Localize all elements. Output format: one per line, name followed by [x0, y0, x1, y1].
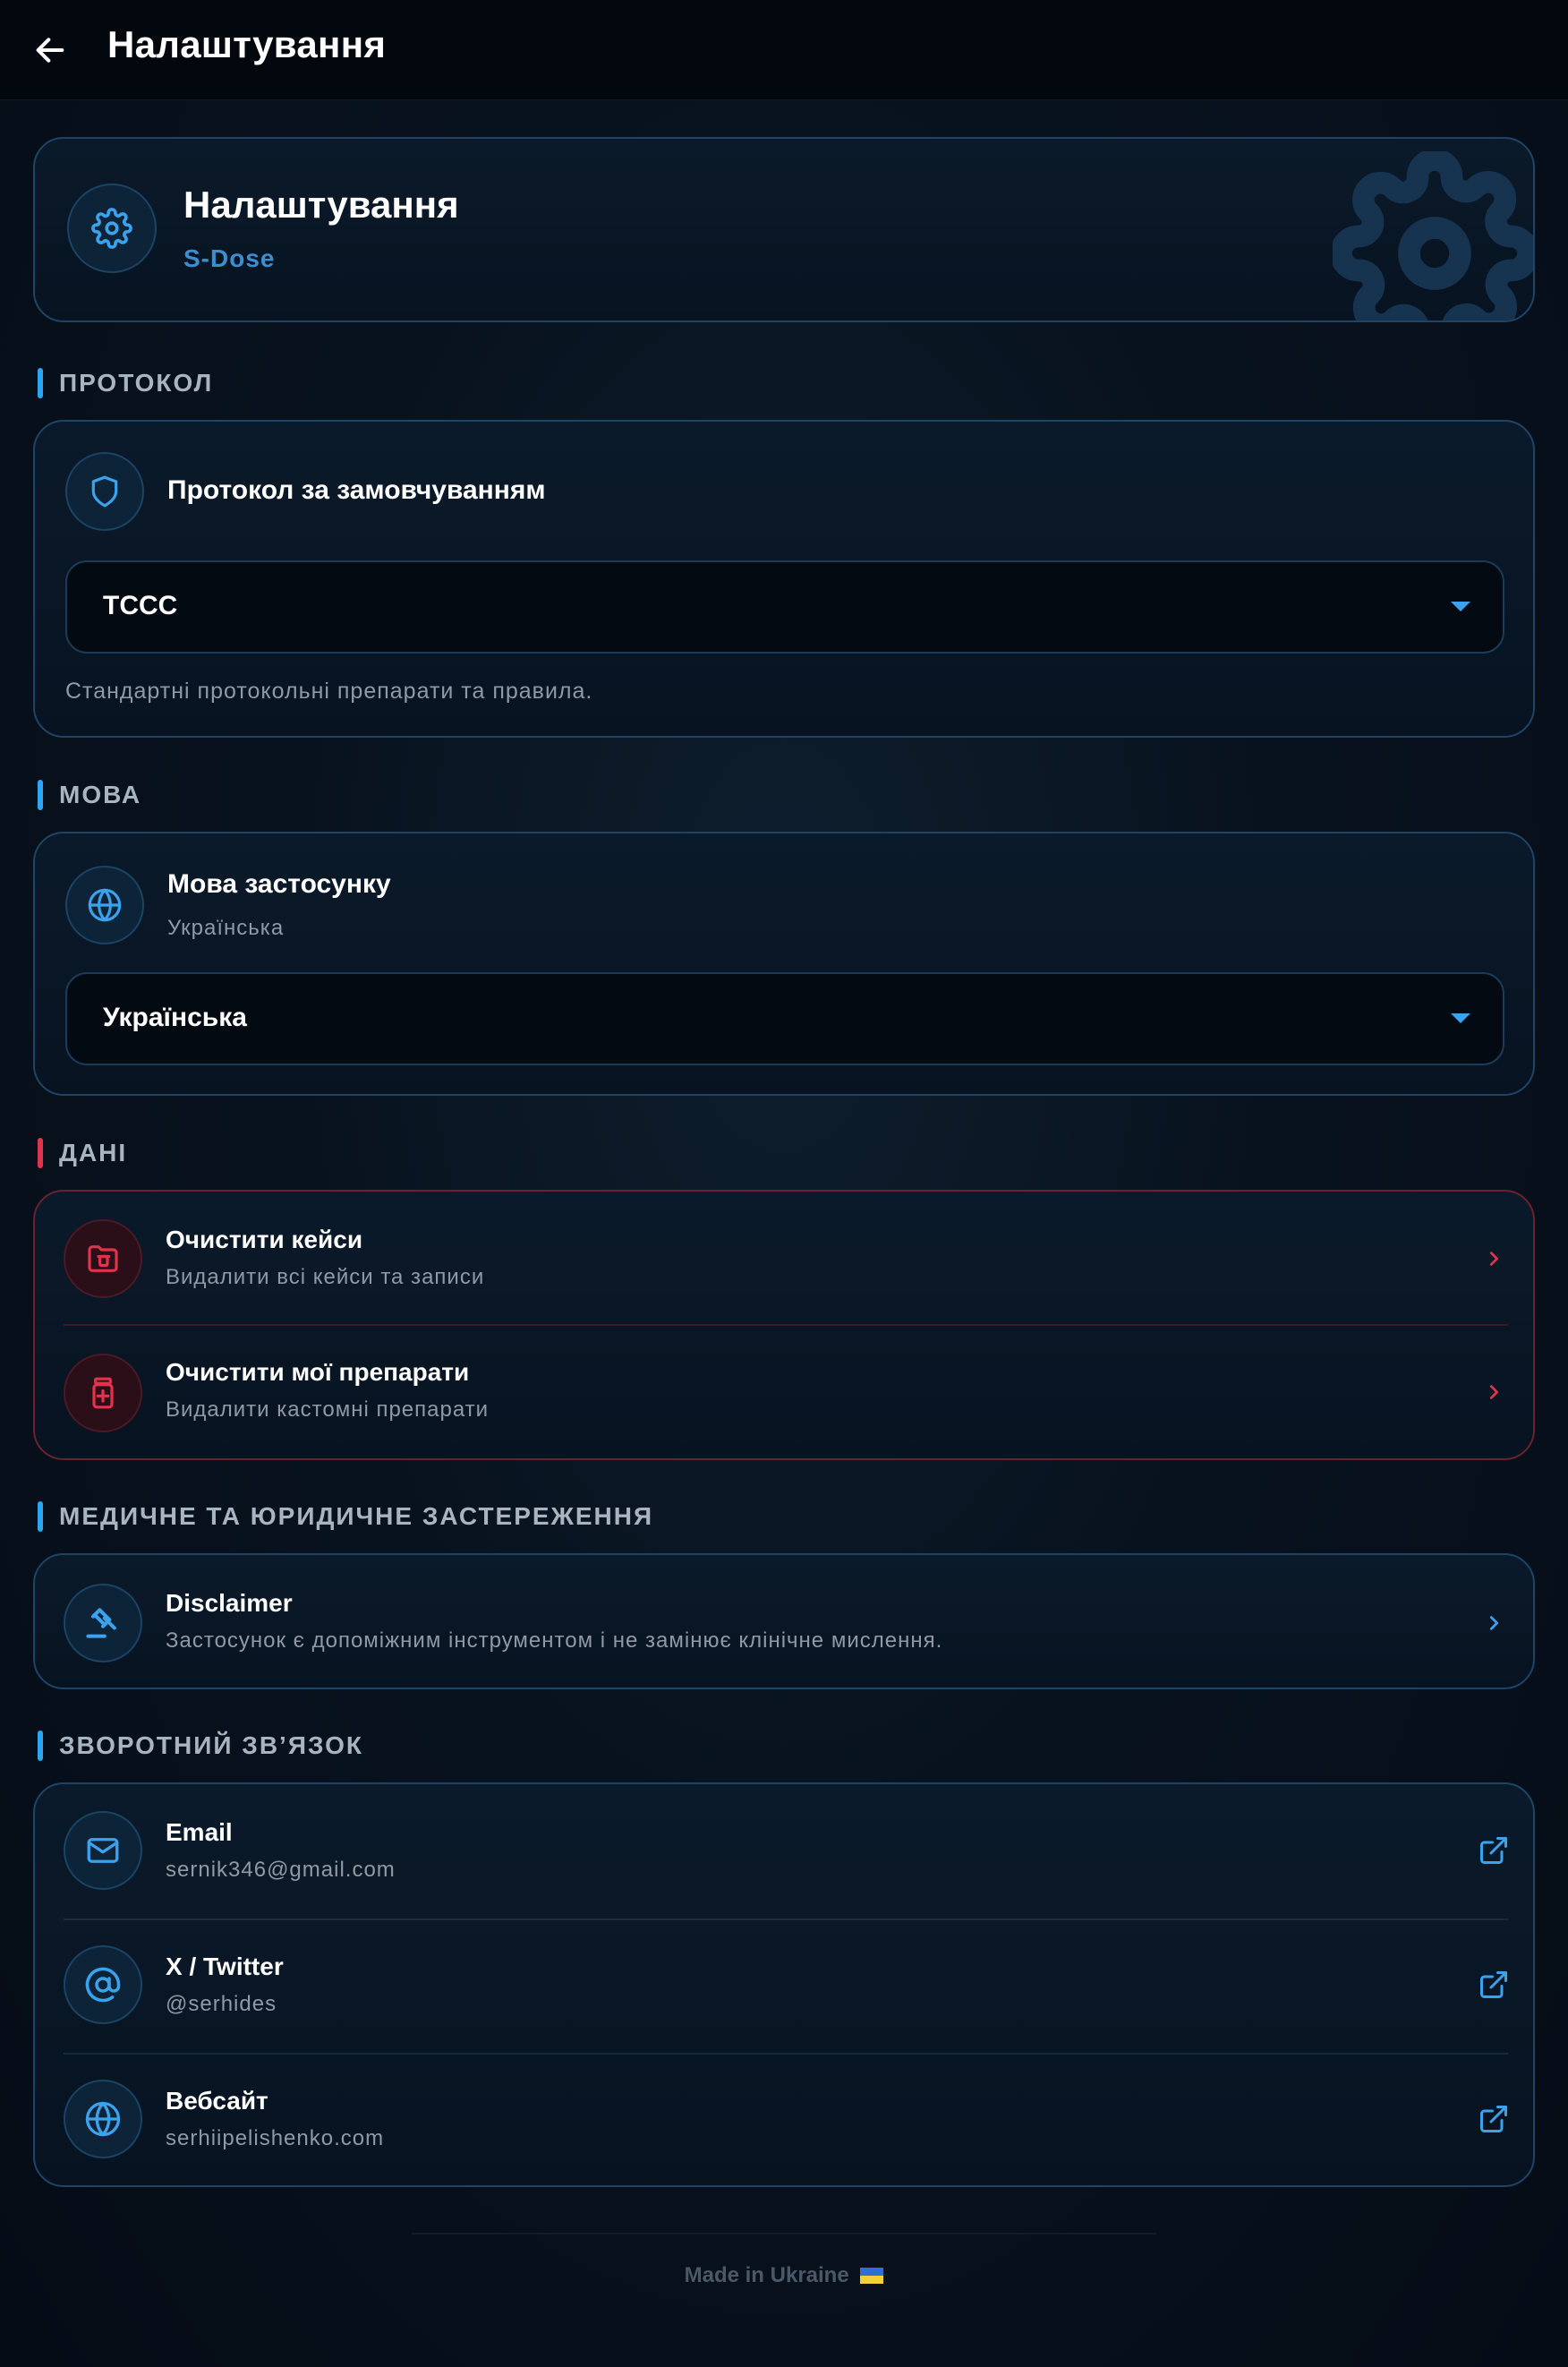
section-accent-bar: [38, 1138, 43, 1168]
clear-cases-row[interactable]: Очистити кейси Видалити всі кейси та зап…: [35, 1192, 1533, 1326]
external-link-icon: [1476, 1967, 1512, 2003]
globe-icon: [85, 2101, 121, 2137]
section-label-data: ДАНІ: [38, 1137, 127, 1169]
disclaimer-subtitle: Застосунок є допоміжним інструментом і н…: [166, 1628, 943, 1653]
dropdown-caret-icon: [1451, 602, 1470, 611]
dropdown-caret-icon: [1451, 1013, 1470, 1023]
feedback-card: Email sernik346@gmail.com X / Twitter @s…: [33, 1782, 1535, 2187]
chevron-right-icon: [1476, 1241, 1512, 1277]
clear-meds-subtitle: Видалити кастомні препарати: [166, 1397, 490, 1422]
twitter-icon-circle: [64, 1945, 142, 2024]
clear-meds-icon-circle: [64, 1354, 142, 1432]
gear-icon: [91, 208, 132, 249]
chevron-right-icon: [1476, 1605, 1512, 1641]
protocol-icon-circle: [65, 452, 144, 531]
disclaimer-row[interactable]: Disclaimer Застосунок є допоміжним інстр…: [35, 1555, 1533, 1688]
medicine-bottle-icon: [92, 1377, 114, 1409]
section-label-language: МОВА: [38, 779, 141, 811]
email-row[interactable]: Email sernik346@gmail.com: [35, 1784, 1533, 1918]
section-accent-bar: [38, 1501, 43, 1532]
language-icon-circle: [65, 866, 144, 944]
at-sign-icon: [85, 1967, 121, 2003]
section-label-feedback: ЗВОРОТНИЙ ЗВ’ЯЗОК: [38, 1730, 363, 1762]
gear-watermark-icon: [1333, 151, 1533, 320]
clear-cases-title: Очистити кейси: [166, 1226, 363, 1253]
section-label-text: ДАНІ: [59, 1139, 128, 1166]
email-subtitle: sernik346@gmail.com: [166, 1858, 396, 1882]
section-label-text: ПРОТОКОЛ: [59, 369, 214, 397]
website-title: Вебсайт: [166, 2087, 268, 2115]
clear-cases-subtitle: Видалити всі кейси та записи: [166, 1265, 485, 1289]
footer-text: Made in Ukraine: [684, 2263, 849, 2287]
protocol-select[interactable]: TCCC: [65, 560, 1504, 654]
header-title: Налаштування: [183, 184, 459, 226]
page-title: Налаштування: [107, 23, 387, 65]
website-icon-circle: [64, 2080, 142, 2158]
ukraine-flag-icon: [860, 2268, 884, 2284]
header-card: Налаштування S-Dose: [33, 137, 1535, 322]
protocol-select-value: TCCC: [103, 591, 178, 620]
twitter-title: X / Twitter: [166, 1953, 284, 1980]
section-label-protocol: ПРОТОКОЛ: [38, 367, 213, 399]
twitter-subtitle: @serhides: [166, 1992, 277, 2016]
clear-meds-row[interactable]: Очистити мої препарати Видалити кастомні…: [35, 1326, 1533, 1458]
section-label-disclaimer: МЕДИЧНЕ ТА ЮРИДИЧНЕ ЗАСТЕРЕЖЕННЯ: [38, 1500, 653, 1533]
header-subtitle: S-Dose: [183, 244, 276, 272]
arrow-left-icon: [36, 38, 64, 63]
chevron-right-icon: [1476, 1374, 1512, 1410]
settings-page: Налаштування Налаштування S-Dose ПРОТОКО…: [0, 0, 1568, 2367]
section-accent-bar: [38, 780, 43, 810]
language-title: Мова застосунку: [167, 869, 391, 899]
language-select-value: Українська: [103, 1003, 247, 1032]
header-icon-circle: [67, 184, 157, 273]
website-subtitle: serhiipelishenko.com: [166, 2126, 385, 2150]
gavel-icon: [86, 1608, 116, 1638]
twitter-row[interactable]: X / Twitter @serhides: [35, 1918, 1533, 2053]
email-title: Email: [166, 1818, 233, 1846]
section-label-text: МОВА: [59, 781, 142, 808]
disclaimer-card: Disclaimer Застосунок є допоміжним інстр…: [33, 1553, 1535, 1689]
external-link-icon: [1476, 1833, 1512, 1868]
clear-cases-icon-circle: [64, 1219, 142, 1298]
section-label-text: ЗВОРОТНИЙ ЗВ’ЯЗОК: [59, 1731, 363, 1759]
website-row[interactable]: Вебсайт serhiipelishenko.com: [35, 2053, 1533, 2185]
footer-divider: [412, 2233, 1156, 2235]
language-card: Мова застосунку Українська Українська: [33, 832, 1535, 1096]
mail-icon: [87, 1838, 119, 1863]
email-icon-circle: [64, 1811, 142, 1890]
disclaimer-title: Disclaimer: [166, 1589, 293, 1617]
section-accent-bar: [38, 1730, 43, 1761]
section-accent-bar: [38, 368, 43, 398]
back-button[interactable]: [27, 27, 73, 73]
globe-icon: [88, 888, 122, 922]
language-select[interactable]: Українська: [65, 972, 1504, 1065]
protocol-title: Протокол за замовчуванням: [167, 475, 546, 505]
folder-delete-icon: [88, 1245, 118, 1272]
disclaimer-icon-circle: [64, 1584, 142, 1662]
external-link-icon: [1476, 2101, 1512, 2137]
app-bar: Налаштування: [0, 0, 1568, 100]
clear-meds-title: Очистити мої препарати: [166, 1358, 470, 1386]
language-current: Українська: [167, 916, 285, 940]
section-label-text: МЕДИЧНЕ ТА ЮРИДИЧНЕ ЗАСТЕРЕЖЕННЯ: [59, 1502, 654, 1530]
shield-icon: [91, 475, 118, 508]
footer: Made in Ukraine: [0, 2263, 1568, 2288]
protocol-description: Стандартні протокольні препарати та прав…: [65, 679, 593, 704]
data-card: Очистити кейси Видалити всі кейси та зап…: [33, 1190, 1535, 1460]
protocol-card: Протокол за замовчуванням TCCC Стандартн…: [33, 420, 1535, 738]
